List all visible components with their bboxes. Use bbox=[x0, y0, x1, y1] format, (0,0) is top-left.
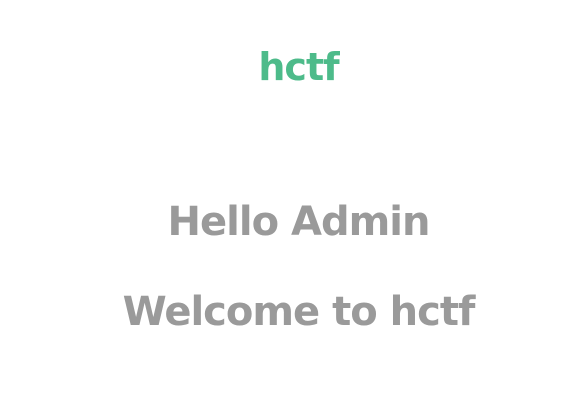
welcome-heading: Welcome to hctf bbox=[122, 289, 476, 335]
hello-heading: Hello Admin bbox=[167, 199, 431, 245]
site-brand-link[interactable]: hctf bbox=[0, 44, 582, 90]
